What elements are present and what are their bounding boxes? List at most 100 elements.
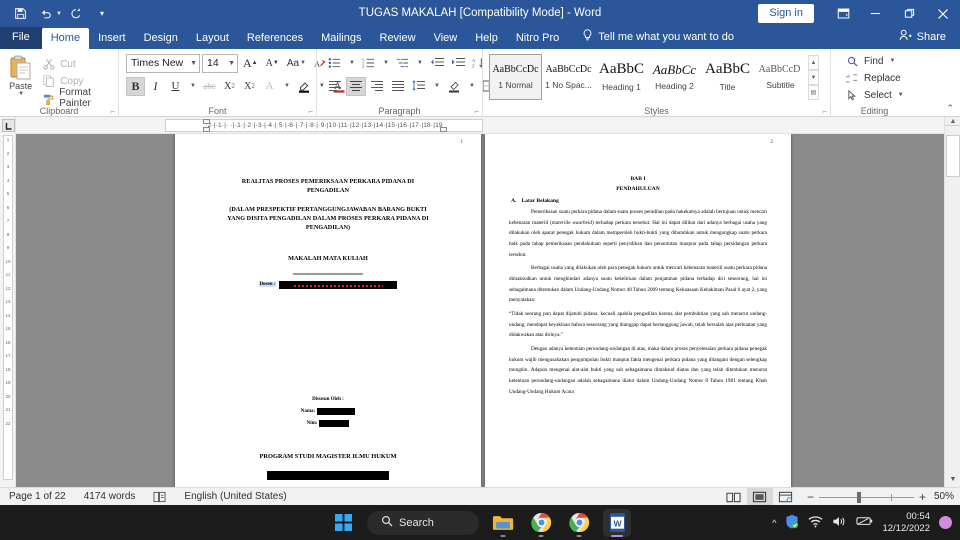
text-highlight-color-icon[interactable] <box>294 77 314 96</box>
chrome-icon[interactable] <box>565 509 593 537</box>
shrink-font-icon[interactable]: A ▼ <box>263 54 282 73</box>
volume-icon[interactable] <box>832 515 847 531</box>
align-right-icon[interactable] <box>367 77 387 96</box>
multilevel-list-icon[interactable] <box>393 54 412 73</box>
document-canvas[interactable]: 1 REALITAS PROSES PEMERIKSAAN PERKARA PI… <box>16 134 944 487</box>
strikethrough-button[interactable]: abc <box>200 77 219 96</box>
restore-button[interactable] <box>892 0 926 27</box>
multilevel-dropdown-icon[interactable]: ▼ <box>413 54 426 73</box>
increase-indent-icon[interactable] <box>448 54 468 73</box>
align-center-icon[interactable] <box>346 76 366 96</box>
clipboard-dialog-launcher-icon[interactable]: ⌐ <box>110 107 115 116</box>
security-icon[interactable] <box>785 514 799 532</box>
bullets-dropdown-icon[interactable]: ▼ <box>345 54 358 73</box>
select-button[interactable]: Select ▼ <box>841 87 908 103</box>
justify-icon[interactable] <box>388 77 408 96</box>
select-dropdown-icon[interactable]: ▼ <box>898 92 904 98</box>
undo-dropdown-icon[interactable]: ▼ <box>56 11 62 17</box>
replace-button[interactable]: ab ac Replace <box>841 70 905 86</box>
page-indicator[interactable]: Page 1 of 22 <box>0 491 75 502</box>
styles-more-icon[interactable]: ▤ <box>808 85 819 100</box>
style-heading-2[interactable]: AaBbCc Heading 2 <box>648 54 701 100</box>
show-hidden-icons[interactable]: ^ <box>772 518 776 528</box>
style-no-spacing[interactable]: AaBbCcDc 1 No Spac... <box>542 54 595 100</box>
proofing-status-icon[interactable] <box>144 491 175 503</box>
document-page-1[interactable]: 1 REALITAS PROSES PEMERIKSAAN PERKARA PI… <box>175 134 481 487</box>
tab-design[interactable]: Design <box>135 28 187 49</box>
read-mode-button[interactable] <box>721 488 747 505</box>
paste-button[interactable]: Paste ▼ <box>4 53 37 97</box>
language-indicator[interactable]: English (United States) <box>175 491 295 502</box>
tab-help[interactable]: Help <box>466 28 507 49</box>
find-dropdown-icon[interactable]: ▼ <box>889 58 895 64</box>
styles-scroll-down-icon[interactable]: ▼ <box>808 70 819 85</box>
zoom-out-button[interactable]: − <box>807 490 814 504</box>
cut-button[interactable]: Cut <box>39 56 114 72</box>
text-effects-dropdown-icon[interactable]: ▼ <box>280 77 293 96</box>
taskbar-clock[interactable]: 00:54 12/12/2022 <box>882 511 930 534</box>
split-window-handle[interactable]: ▲ <box>945 117 960 126</box>
tell-me-search[interactable]: Tell me what you want to do <box>568 26 742 49</box>
style-heading-1[interactable]: AaBbC Heading 1 <box>595 54 648 100</box>
close-button[interactable] <box>926 0 960 27</box>
wifi-icon[interactable] <box>808 515 823 531</box>
vertical-scrollbar[interactable]: ▲ ▼ <box>944 117 960 487</box>
undo-icon[interactable] <box>34 3 58 25</box>
taskbar-search[interactable]: Search <box>367 510 479 535</box>
horizontal-ruler[interactable]: ·2·|·1·|· ·|·1·|·2·|·3·|·4·|·5·|·6·|·7·|… <box>0 117 960 134</box>
tab-references[interactable]: References <box>238 28 312 49</box>
right-indent-marker[interactable] <box>440 127 447 132</box>
battery-icon[interactable] <box>856 515 873 530</box>
style-normal[interactable]: AaBbCcDc 1 Normal <box>489 54 542 100</box>
tab-stop-selector-icon[interactable] <box>2 119 15 132</box>
zoom-slider[interactable] <box>818 491 914 503</box>
word-icon[interactable]: W <box>603 508 631 537</box>
tab-nitro-pro[interactable]: Nitro Pro <box>507 28 568 49</box>
numbering-dropdown-icon[interactable]: ▼ <box>379 54 392 73</box>
find-button[interactable]: Find ▼ <box>841 53 899 69</box>
font-dialog-launcher-icon[interactable]: ⌐ <box>308 107 313 116</box>
font-size-dropdown-icon[interactable]: ▼ <box>228 60 235 67</box>
zoom-slider-thumb[interactable] <box>856 491 861 503</box>
document-page-2[interactable]: 2 BAB I PENDAHULUAN A. Latar Belakang Pe… <box>485 134 791 487</box>
line-spacing-dropdown-icon[interactable]: ▼ <box>430 77 443 96</box>
format-painter-button[interactable]: Format Painter <box>39 87 114 109</box>
bold-button[interactable]: B <box>126 76 145 96</box>
styles-scroll-up-icon[interactable]: ▲ <box>808 55 819 70</box>
sign-in-button[interactable]: Sign in <box>758 3 814 24</box>
zoom-in-button[interactable]: + <box>919 490 926 504</box>
hanging-indent-marker[interactable] <box>203 127 210 132</box>
tab-file[interactable]: File <box>0 27 42 49</box>
word-count[interactable]: 4174 words <box>75 491 145 502</box>
tab-mailings[interactable]: Mailings <box>312 28 370 49</box>
redo-icon[interactable] <box>64 3 88 25</box>
bullets-icon[interactable] <box>325 54 344 73</box>
font-name-dropdown-icon[interactable]: ▼ <box>190 60 197 67</box>
numbering-icon[interactable]: 123 <box>359 54 378 73</box>
subscript-button[interactable]: X2 <box>220 77 239 96</box>
ribbon-display-options-icon[interactable] <box>828 0 858 27</box>
web-layout-button[interactable] <box>773 488 799 505</box>
superscript-button[interactable]: X2 <box>240 77 259 96</box>
decrease-indent-icon[interactable] <box>427 54 447 73</box>
tab-review[interactable]: Review <box>371 28 425 49</box>
horizontal-ruler-track[interactable]: ·2·|·1·|· ·|·1·|·2·|·3·|·4·|·5·|·6·|·7·|… <box>165 119 483 132</box>
zoom-controls[interactable]: − + <box>799 490 934 504</box>
save-icon[interactable] <box>8 3 32 25</box>
styles-dialog-launcher-icon[interactable]: ⌐ <box>822 107 827 116</box>
font-name-combo[interactable]: Times New Ror ▼ <box>126 53 200 73</box>
change-case-icon[interactable]: Aa ▼ <box>284 54 309 73</box>
style-subtitle[interactable]: AaBbCcD Subtitle <box>754 54 807 100</box>
underline-dropdown-icon[interactable]: ▼ <box>186 77 199 96</box>
customize-qat-icon[interactable]: ▾ <box>90 3 114 25</box>
tab-layout[interactable]: Layout <box>187 28 238 49</box>
scrollbar-thumb[interactable] <box>946 135 960 177</box>
tab-home[interactable]: Home <box>41 27 90 49</box>
vertical-ruler[interactable]: 1 2 3 4 5 6 7 8 9 10 11 12 13 14 15 16 17 18 19 20 21 22 <box>0 117 16 487</box>
start-icon[interactable] <box>329 509 357 537</box>
first-line-indent-marker[interactable] <box>203 119 210 124</box>
collapse-ribbon-icon[interactable]: ⌃ <box>946 103 960 116</box>
text-effects-icon[interactable]: A <box>260 77 279 96</box>
zoom-level[interactable]: 50% <box>934 491 960 502</box>
grow-font-icon[interactable]: A ▲ <box>240 54 261 73</box>
